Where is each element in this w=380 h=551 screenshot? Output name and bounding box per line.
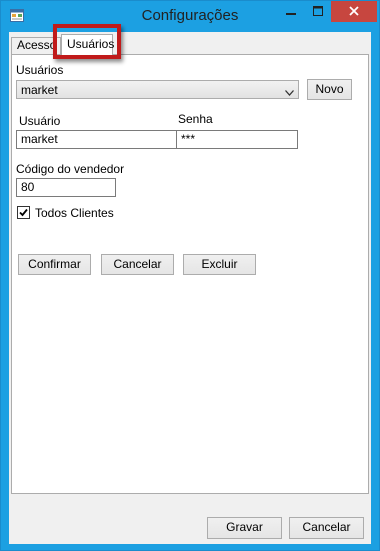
configuracoes-window: Configurações Acesso Usuários Usuários m… (0, 0, 380, 551)
excluir-button[interactable]: Excluir (183, 254, 256, 275)
codigo-vendedor-label: Código do vendedor (16, 162, 125, 176)
usuario-field[interactable]: market (16, 130, 180, 149)
codigo-vendedor-field[interactable]: 80 (16, 178, 116, 197)
senha-field[interactable]: *** (176, 130, 298, 149)
tab-strip: Acesso Usuários (9, 24, 371, 59)
chevron-down-icon (285, 85, 294, 96)
novo-button[interactable]: Novo (307, 79, 352, 100)
gravar-button[interactable]: Gravar (207, 517, 282, 539)
usuarios-dropdown-value: market (21, 83, 58, 97)
todos-clientes-checkbox[interactable] (17, 206, 30, 219)
confirmar-button[interactable]: Confirmar (18, 254, 91, 275)
senha-label: Senha (178, 112, 213, 126)
usuario-label: Usuário (19, 114, 61, 128)
usuarios-dropdown[interactable]: market (16, 80, 299, 99)
cancelar-tab-button[interactable]: Cancelar (101, 254, 174, 275)
close-icon (349, 5, 359, 19)
maximize-icon (312, 5, 323, 19)
maximize-button[interactable] (304, 1, 331, 22)
todos-clientes-label[interactable]: Todos Clientes (35, 206, 114, 220)
usuarios-tab-panel: Usuários market Novo Usuário market Senh… (11, 54, 369, 494)
minimize-icon (285, 5, 296, 19)
minimize-button[interactable] (277, 1, 304, 22)
tab-highlight-annotation (53, 24, 121, 59)
usuarios-label: Usuários (16, 63, 64, 77)
dialog-client-area: Acesso Usuários Usuários market Novo Usu… (9, 24, 371, 544)
close-button[interactable] (331, 1, 377, 22)
cancelar-button[interactable]: Cancelar (289, 517, 364, 539)
checkmark-icon (19, 208, 28, 217)
